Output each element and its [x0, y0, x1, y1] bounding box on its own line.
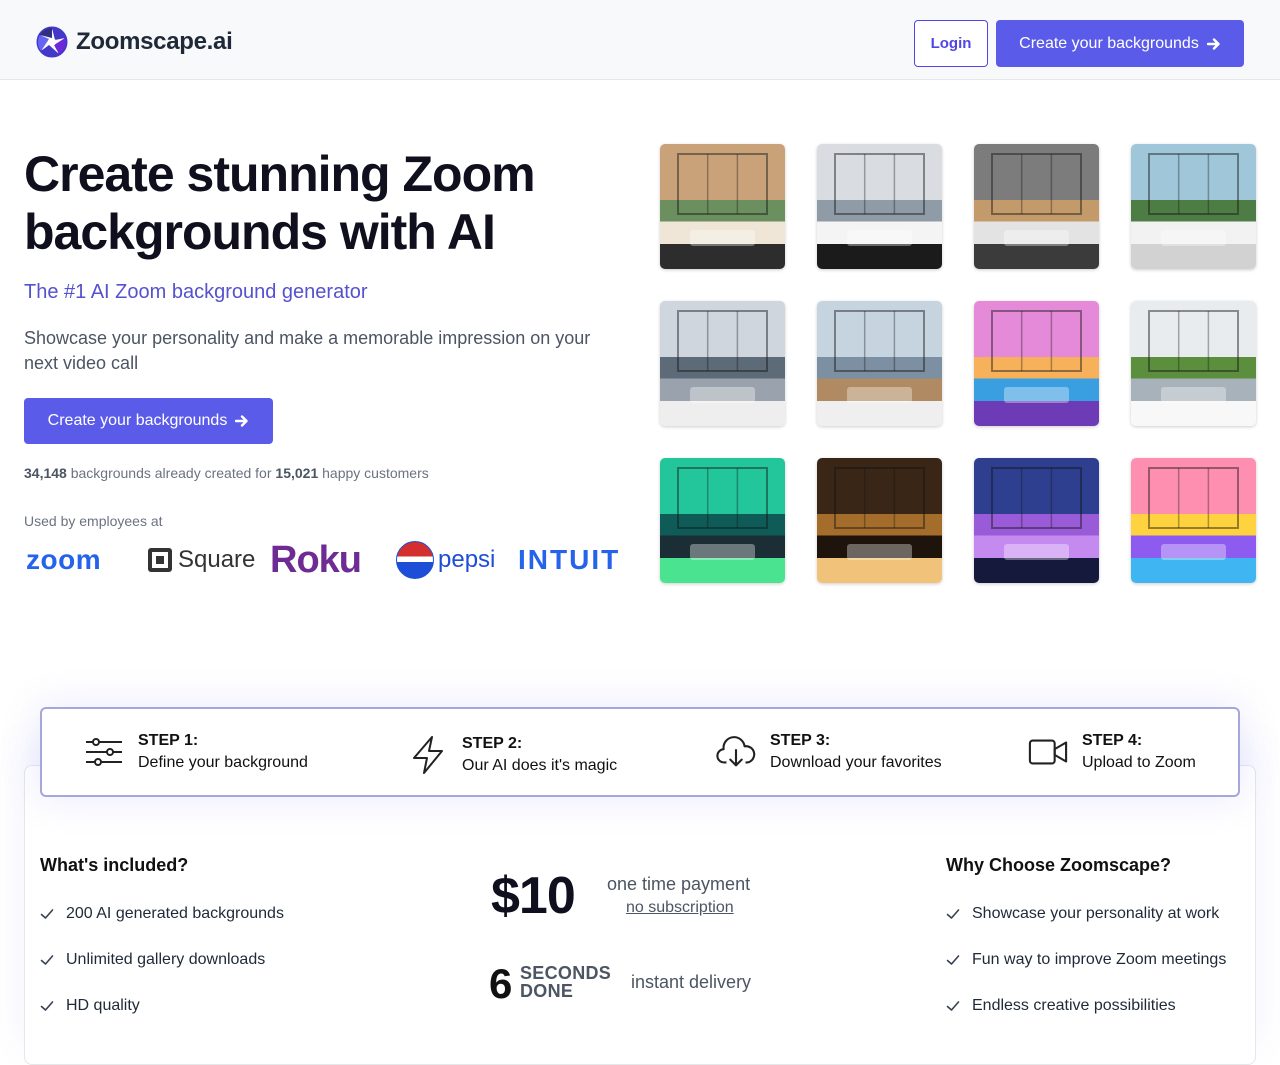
step-1: STEP 1: Define your background — [84, 732, 308, 772]
used-by-label: Used by employees at — [24, 513, 163, 529]
check-icon — [946, 1001, 960, 1011]
sliders-icon — [86, 738, 122, 766]
arrow-right-icon — [1206, 37, 1220, 50]
hero-description: Showcase your personality and make a mem… — [24, 328, 591, 373]
hero-create-backgrounds-button[interactable]: Create your backgrounds — [24, 398, 273, 444]
seconds-label: SECONDS DONE — [520, 963, 612, 1001]
gallery-thumb-garden-glass-hall[interactable] — [1131, 301, 1256, 426]
step-4: STEP 4: Upload to Zoom — [1028, 732, 1196, 772]
roku-logo: Roku — [270, 538, 362, 581]
why-item: Showcase your personality at work — [946, 905, 1219, 923]
gallery-thumb-snowy-mountain-room[interactable] — [660, 301, 785, 426]
gallery-thumb-shelf-living-room[interactable] — [974, 144, 1099, 269]
gallery-scene-graphic — [677, 310, 768, 403]
pepsi-logo: pepsi — [396, 540, 495, 580]
gallery-thumb-lake-view-lounge[interactable] — [1131, 144, 1256, 269]
gallery-scene-graphic — [834, 467, 925, 560]
gallery-scene-graphic — [677, 153, 768, 246]
included-title: What's included? — [40, 855, 189, 875]
gallery-thumb-retro-neon-room[interactable] — [974, 301, 1099, 426]
gallery-thumb-office-sunset-library[interactable] — [660, 144, 785, 269]
step-3: STEP 3: Download your favorites — [716, 732, 942, 772]
why-item: Fun way to improve Zoom meetings — [946, 951, 1226, 969]
gallery-scene-graphic — [1148, 310, 1239, 403]
gallery-scene-graphic — [834, 153, 925, 246]
check-icon — [40, 1001, 54, 1011]
header-cta-label: Create your backgrounds — [1019, 34, 1199, 52]
check-icon — [40, 955, 54, 965]
brand-logo[interactable]: Zoomscape.ai — [36, 26, 233, 58]
why-item: Endless creative possibilities — [946, 997, 1176, 1015]
gallery-scene-graphic — [991, 153, 1082, 246]
customers-count: 15,021 — [275, 465, 319, 481]
step-2: STEP 2: Our AI does it's magic — [408, 735, 617, 775]
square-mark-icon — [148, 548, 172, 572]
gallery-scene-graphic — [834, 310, 925, 403]
gallery-thumb-city-rooftop-night[interactable] — [974, 458, 1099, 583]
aperture-logo-icon — [36, 26, 68, 58]
steps-bar: STEP 1: Define your background STEP 2: O… — [40, 707, 1240, 797]
included-item: 200 AI generated backgrounds — [40, 905, 284, 923]
gallery-scene-graphic — [991, 467, 1082, 560]
site-header: Zoomscape.ai Login Create your backgroun… — [0, 0, 1280, 80]
gallery-thumb-green-neon-office[interactable] — [660, 458, 785, 583]
price-amount: $10 — [491, 867, 576, 925]
why-title: Why Choose Zoomscape? — [946, 855, 1172, 875]
gallery-scene-graphic — [677, 467, 768, 560]
included-item: HD quality — [40, 997, 140, 1015]
cloud-download-icon — [716, 736, 756, 767]
price-note: one time payment — [607, 874, 751, 894]
gallery-scene-graphic — [1148, 467, 1239, 560]
hero-subtitle: The #1 AI Zoom background generator — [24, 281, 368, 303]
pepsi-globe-icon — [396, 541, 434, 579]
header-create-backgrounds-button[interactable]: Create your backgrounds — [996, 20, 1244, 67]
no-subscription-link[interactable]: no subscription — [626, 899, 734, 917]
check-icon — [40, 909, 54, 919]
arrow-right-icon — [235, 415, 249, 427]
brand-name: Zoomscape.ai — [76, 28, 233, 55]
intuit-logo: INTUIT — [518, 544, 621, 575]
gallery-scene-graphic — [991, 310, 1082, 403]
gallery-scene-graphic — [1148, 153, 1239, 246]
gallery-thumb-warm-library[interactable] — [817, 458, 942, 583]
video-camera-icon — [1028, 739, 1068, 765]
usage-stats: 34,148 backgrounds already created for 1… — [24, 465, 429, 481]
gallery-thumb-winter-lounge-tree[interactable] — [817, 301, 942, 426]
square-logo: Square — [148, 540, 255, 580]
seconds-number: 6 — [489, 960, 513, 1007]
included-item: Unlimited gallery downloads — [40, 951, 265, 969]
hero-title: Create stunning Zoom backgrounds with AI — [24, 146, 536, 260]
gallery-thumb-pop-art-room[interactable] — [1131, 458, 1256, 583]
delivery-note: instant delivery — [631, 972, 752, 992]
zoom-logo: zoom — [26, 544, 102, 575]
gallery-thumb-loft-window-sofa[interactable] — [817, 144, 942, 269]
lightning-icon — [413, 736, 443, 774]
check-icon — [946, 955, 960, 965]
backgrounds-count: 34,148 — [24, 465, 67, 481]
hero-cta-label: Create your backgrounds — [47, 412, 228, 429]
check-icon — [946, 909, 960, 919]
login-button[interactable]: Login — [914, 20, 988, 67]
